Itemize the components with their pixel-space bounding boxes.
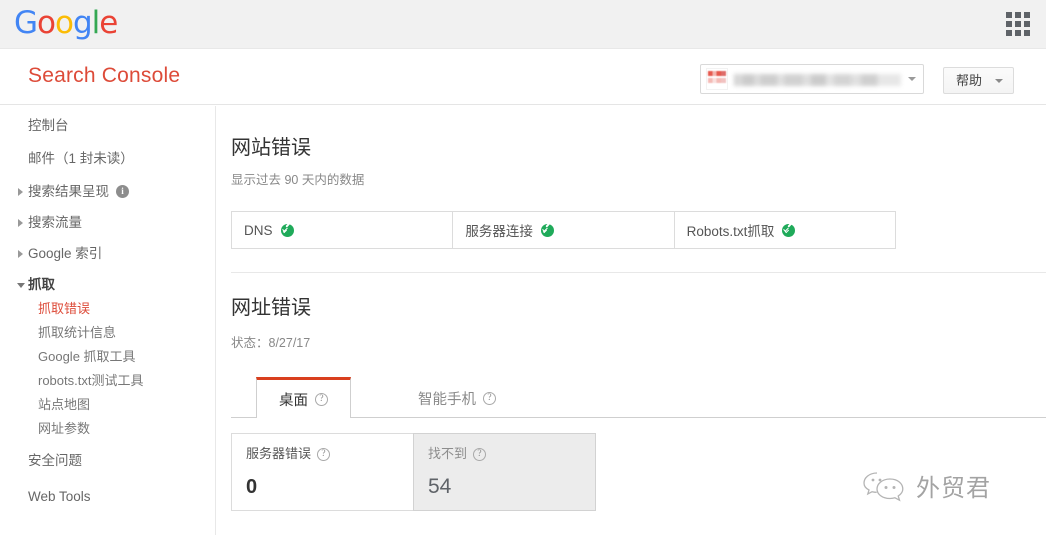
chevron-right-icon bbox=[18, 188, 23, 196]
chevron-right-icon bbox=[18, 219, 23, 227]
tab-smartphone[interactable]: 智能手机 ? bbox=[396, 378, 518, 418]
error-card-label: 服务器错误 bbox=[246, 446, 312, 461]
sidebar-item-dashboard[interactable]: 控制台 bbox=[0, 113, 215, 137]
site-error-server-connectivity[interactable]: 服务器连接 bbox=[452, 212, 673, 248]
help-icon[interactable]: ? bbox=[315, 392, 328, 406]
error-card-not-found[interactable]: 找不到 ? 54 bbox=[413, 433, 596, 511]
tab-label: 智能手机 bbox=[418, 391, 476, 408]
chevron-down-icon bbox=[908, 77, 916, 81]
property-url-value bbox=[734, 74, 901, 86]
sidebar-item-web-tools[interactable]: Web Tools bbox=[0, 484, 215, 509]
error-card-label: 找不到 bbox=[428, 446, 468, 461]
apps-grid-icon[interactable] bbox=[1004, 10, 1032, 38]
url-errors-status: 状态：8/27/17 bbox=[231, 336, 311, 350]
google-logo[interactable]: Google bbox=[14, 3, 118, 43]
sidebar-item-label: 抓取 bbox=[28, 277, 55, 292]
url-errors-heading: 网址错误 bbox=[231, 297, 311, 319]
sidebar-item-robots-tester[interactable]: robots.txt测试工具 bbox=[0, 369, 215, 393]
logo-letter-e: e bbox=[99, 5, 118, 41]
google-topbar: Google bbox=[0, 0, 1046, 49]
help-icon[interactable]: ? bbox=[483, 391, 496, 405]
check-circle-icon bbox=[540, 222, 554, 237]
info-icon[interactable]: i bbox=[116, 185, 129, 198]
search-console-page: Google Search Console 帮助 控制台 邮件（1 封未读） 搜… bbox=[0, 0, 1046, 535]
sidebar-item-label: Google 索引 bbox=[28, 246, 103, 261]
logo-letter-G: G bbox=[14, 5, 38, 41]
sidebar-item-label: 邮件（1 封未读） bbox=[28, 150, 134, 166]
sidebar-item-label: 安全问题 bbox=[28, 453, 82, 468]
chevron-down-icon bbox=[995, 79, 1003, 83]
error-card-server-error[interactable]: 服务器错误 ? 0 bbox=[231, 433, 414, 511]
page-title[interactable]: Search Console bbox=[28, 61, 180, 91]
wechat-bubbles-icon bbox=[863, 471, 904, 502]
help-button-label: 帮助 bbox=[956, 73, 983, 88]
error-card-caption: 服务器错误 ? bbox=[246, 446, 413, 462]
sidebar-item-google-index[interactable]: Google 索引 bbox=[0, 241, 215, 266]
tab-desktop[interactable]: 桌面 ? bbox=[256, 377, 351, 418]
watermark: 外贸君 bbox=[862, 468, 991, 503]
property-selector[interactable] bbox=[700, 64, 924, 94]
sidebar-item-security-issues[interactable]: 安全问题 bbox=[0, 448, 215, 473]
sidebar-item-label: Web Tools bbox=[28, 489, 91, 504]
help-icon[interactable]: ? bbox=[317, 447, 331, 461]
url-errors-tabs: 桌面 ? 智能手机 ? bbox=[231, 377, 1046, 418]
sidebar-item-search-traffic[interactable]: 搜索流量 bbox=[0, 210, 215, 235]
sidebar-item-url-parameters[interactable]: 网址参数 bbox=[0, 417, 215, 441]
check-circle-icon bbox=[782, 222, 796, 237]
chevron-right-icon bbox=[18, 250, 23, 258]
logo-letter-l: l bbox=[91, 5, 101, 41]
site-error-robots-txt-fetch[interactable]: Robots.txt抓取 bbox=[673, 212, 895, 248]
sidebar: 控制台 邮件（1 封未读） 搜索结果呈现 i 搜索流量 Google 索引 抓取… bbox=[0, 106, 216, 535]
section-divider bbox=[231, 272, 1046, 273]
site-error-label: 服务器连接 bbox=[465, 224, 533, 239]
help-icon[interactable]: ? bbox=[473, 447, 487, 461]
tab-label: 桌面 bbox=[279, 392, 308, 409]
site-error-label: DNS bbox=[244, 222, 273, 238]
sidebar-item-fetch-as-google[interactable]: Google 抓取工具 bbox=[0, 345, 215, 369]
error-card-caption: 找不到 ? bbox=[428, 446, 595, 462]
sidebar-item-sitemaps[interactable]: 站点地图 bbox=[0, 393, 215, 417]
sidebar-item-crawl-errors[interactable]: 抓取错误 bbox=[0, 297, 215, 321]
sidebar-item-label: 搜索流量 bbox=[28, 215, 82, 230]
sidebar-item-messages[interactable]: 邮件（1 封未读） bbox=[0, 146, 215, 170]
site-errors-heading: 网站错误 bbox=[231, 137, 311, 159]
check-circle-icon bbox=[280, 222, 294, 237]
site-error-dns[interactable]: DNS bbox=[232, 212, 452, 248]
sidebar-item-crawl-stats[interactable]: 抓取统计信息 bbox=[0, 321, 215, 345]
error-card-value: 0 bbox=[246, 476, 258, 498]
sidebar-item-crawl[interactable]: 抓取 bbox=[0, 272, 215, 297]
sidebar-item-label: 控制台 bbox=[28, 117, 69, 133]
property-favicon-icon bbox=[706, 68, 728, 90]
logo-letter-o2: o bbox=[55, 5, 74, 41]
logo-letter-g: g bbox=[72, 5, 93, 41]
watermark-text: 外贸君 bbox=[916, 474, 991, 502]
sidebar-item-label: 搜索结果呈现 bbox=[28, 184, 109, 199]
help-button[interactable]: 帮助 bbox=[943, 67, 1014, 94]
logo-letter-o1: o bbox=[37, 5, 56, 41]
url-error-cards: 服务器错误 ? 0 找不到 ? 54 bbox=[231, 433, 596, 511]
chevron-down-icon bbox=[17, 283, 25, 288]
site-errors-subtitle: 显示过去 90 天内的数据 bbox=[231, 173, 365, 187]
site-error-label: Robots.txt抓取 bbox=[686, 224, 775, 239]
site-errors-status-row: DNS 服务器连接 Robots.txt抓取 bbox=[231, 211, 896, 249]
sidebar-item-search-appearance[interactable]: 搜索结果呈现 i bbox=[0, 179, 215, 204]
error-card-value: 54 bbox=[428, 475, 452, 498]
